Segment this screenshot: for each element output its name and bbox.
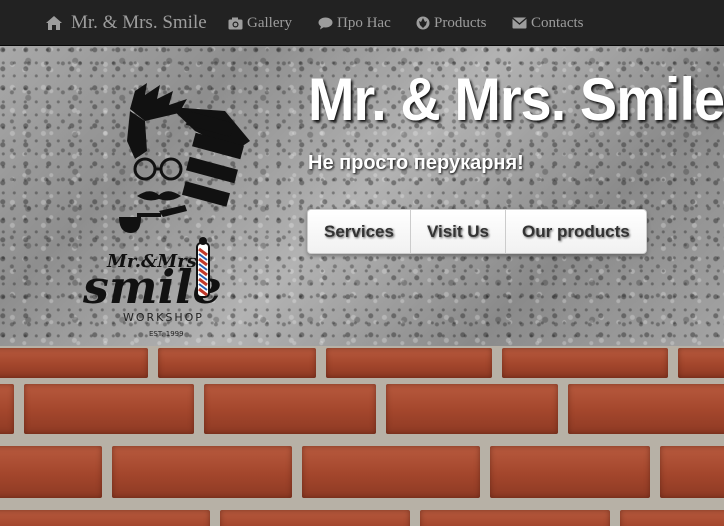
brick bbox=[0, 348, 148, 378]
logo-est: EST. 1999 bbox=[149, 330, 184, 338]
hero-button-group: Services Visit Us Our products bbox=[307, 209, 647, 254]
brick bbox=[24, 384, 194, 434]
nav-item-gallery[interactable]: Gallery bbox=[228, 0, 292, 46]
logo-tagline: WORKSHOP bbox=[123, 311, 204, 324]
barbershop-logo: Mr.&Mrs. smile WORKSHOP EST. 1999 bbox=[82, 83, 250, 338]
brick bbox=[620, 510, 724, 526]
services-button[interactable]: Services bbox=[308, 210, 411, 253]
envelope-icon bbox=[512, 17, 527, 29]
nav-item-products[interactable]: Products bbox=[416, 0, 487, 46]
nav-item-contacts[interactable]: Contacts bbox=[512, 0, 584, 46]
nav-item-label: Gallery bbox=[247, 14, 292, 31]
visit-us-button[interactable]: Visit Us bbox=[410, 210, 507, 253]
brick bbox=[678, 348, 724, 378]
brick bbox=[420, 510, 610, 526]
brick bbox=[386, 384, 558, 434]
nav-item-label: Products bbox=[434, 14, 487, 31]
brick bbox=[0, 384, 14, 434]
home-icon bbox=[46, 16, 62, 30]
brick bbox=[660, 446, 724, 498]
brand-label: Mr. & Mrs. Smile bbox=[71, 12, 207, 33]
brick bbox=[302, 446, 480, 498]
nav-item-label: Contacts bbox=[531, 14, 584, 31]
brick bbox=[502, 348, 668, 378]
nav-item-label: Про Нас bbox=[337, 14, 391, 31]
brick bbox=[0, 510, 210, 526]
brick bbox=[220, 510, 410, 526]
hero-banner: Mr.&Mrs. smile WORKSHOP EST. 1999 Mr. & … bbox=[0, 46, 724, 346]
brick bbox=[326, 348, 492, 378]
brick bbox=[158, 348, 316, 378]
comment-icon bbox=[318, 17, 333, 29]
rebel-icon bbox=[416, 16, 430, 30]
hero-title: Mr. & Mrs. Smile bbox=[308, 66, 724, 133]
hero-subtitle: Не просто перукарня! bbox=[308, 152, 524, 174]
brick bbox=[0, 446, 102, 498]
brick bbox=[568, 384, 724, 434]
camera-icon bbox=[228, 17, 243, 29]
nav-item-about[interactable]: Про Нас bbox=[318, 0, 391, 46]
brand-link[interactable]: Mr. & Mrs. Smile bbox=[45, 0, 207, 46]
brick bbox=[112, 446, 292, 498]
brick bbox=[204, 384, 376, 434]
top-navbar: Mr. & Mrs. Smile Gallery Про Нас Product… bbox=[0, 0, 724, 46]
our-products-button[interactable]: Our products bbox=[506, 210, 646, 253]
brick bbox=[490, 446, 650, 498]
brick-wall-background bbox=[0, 346, 724, 526]
